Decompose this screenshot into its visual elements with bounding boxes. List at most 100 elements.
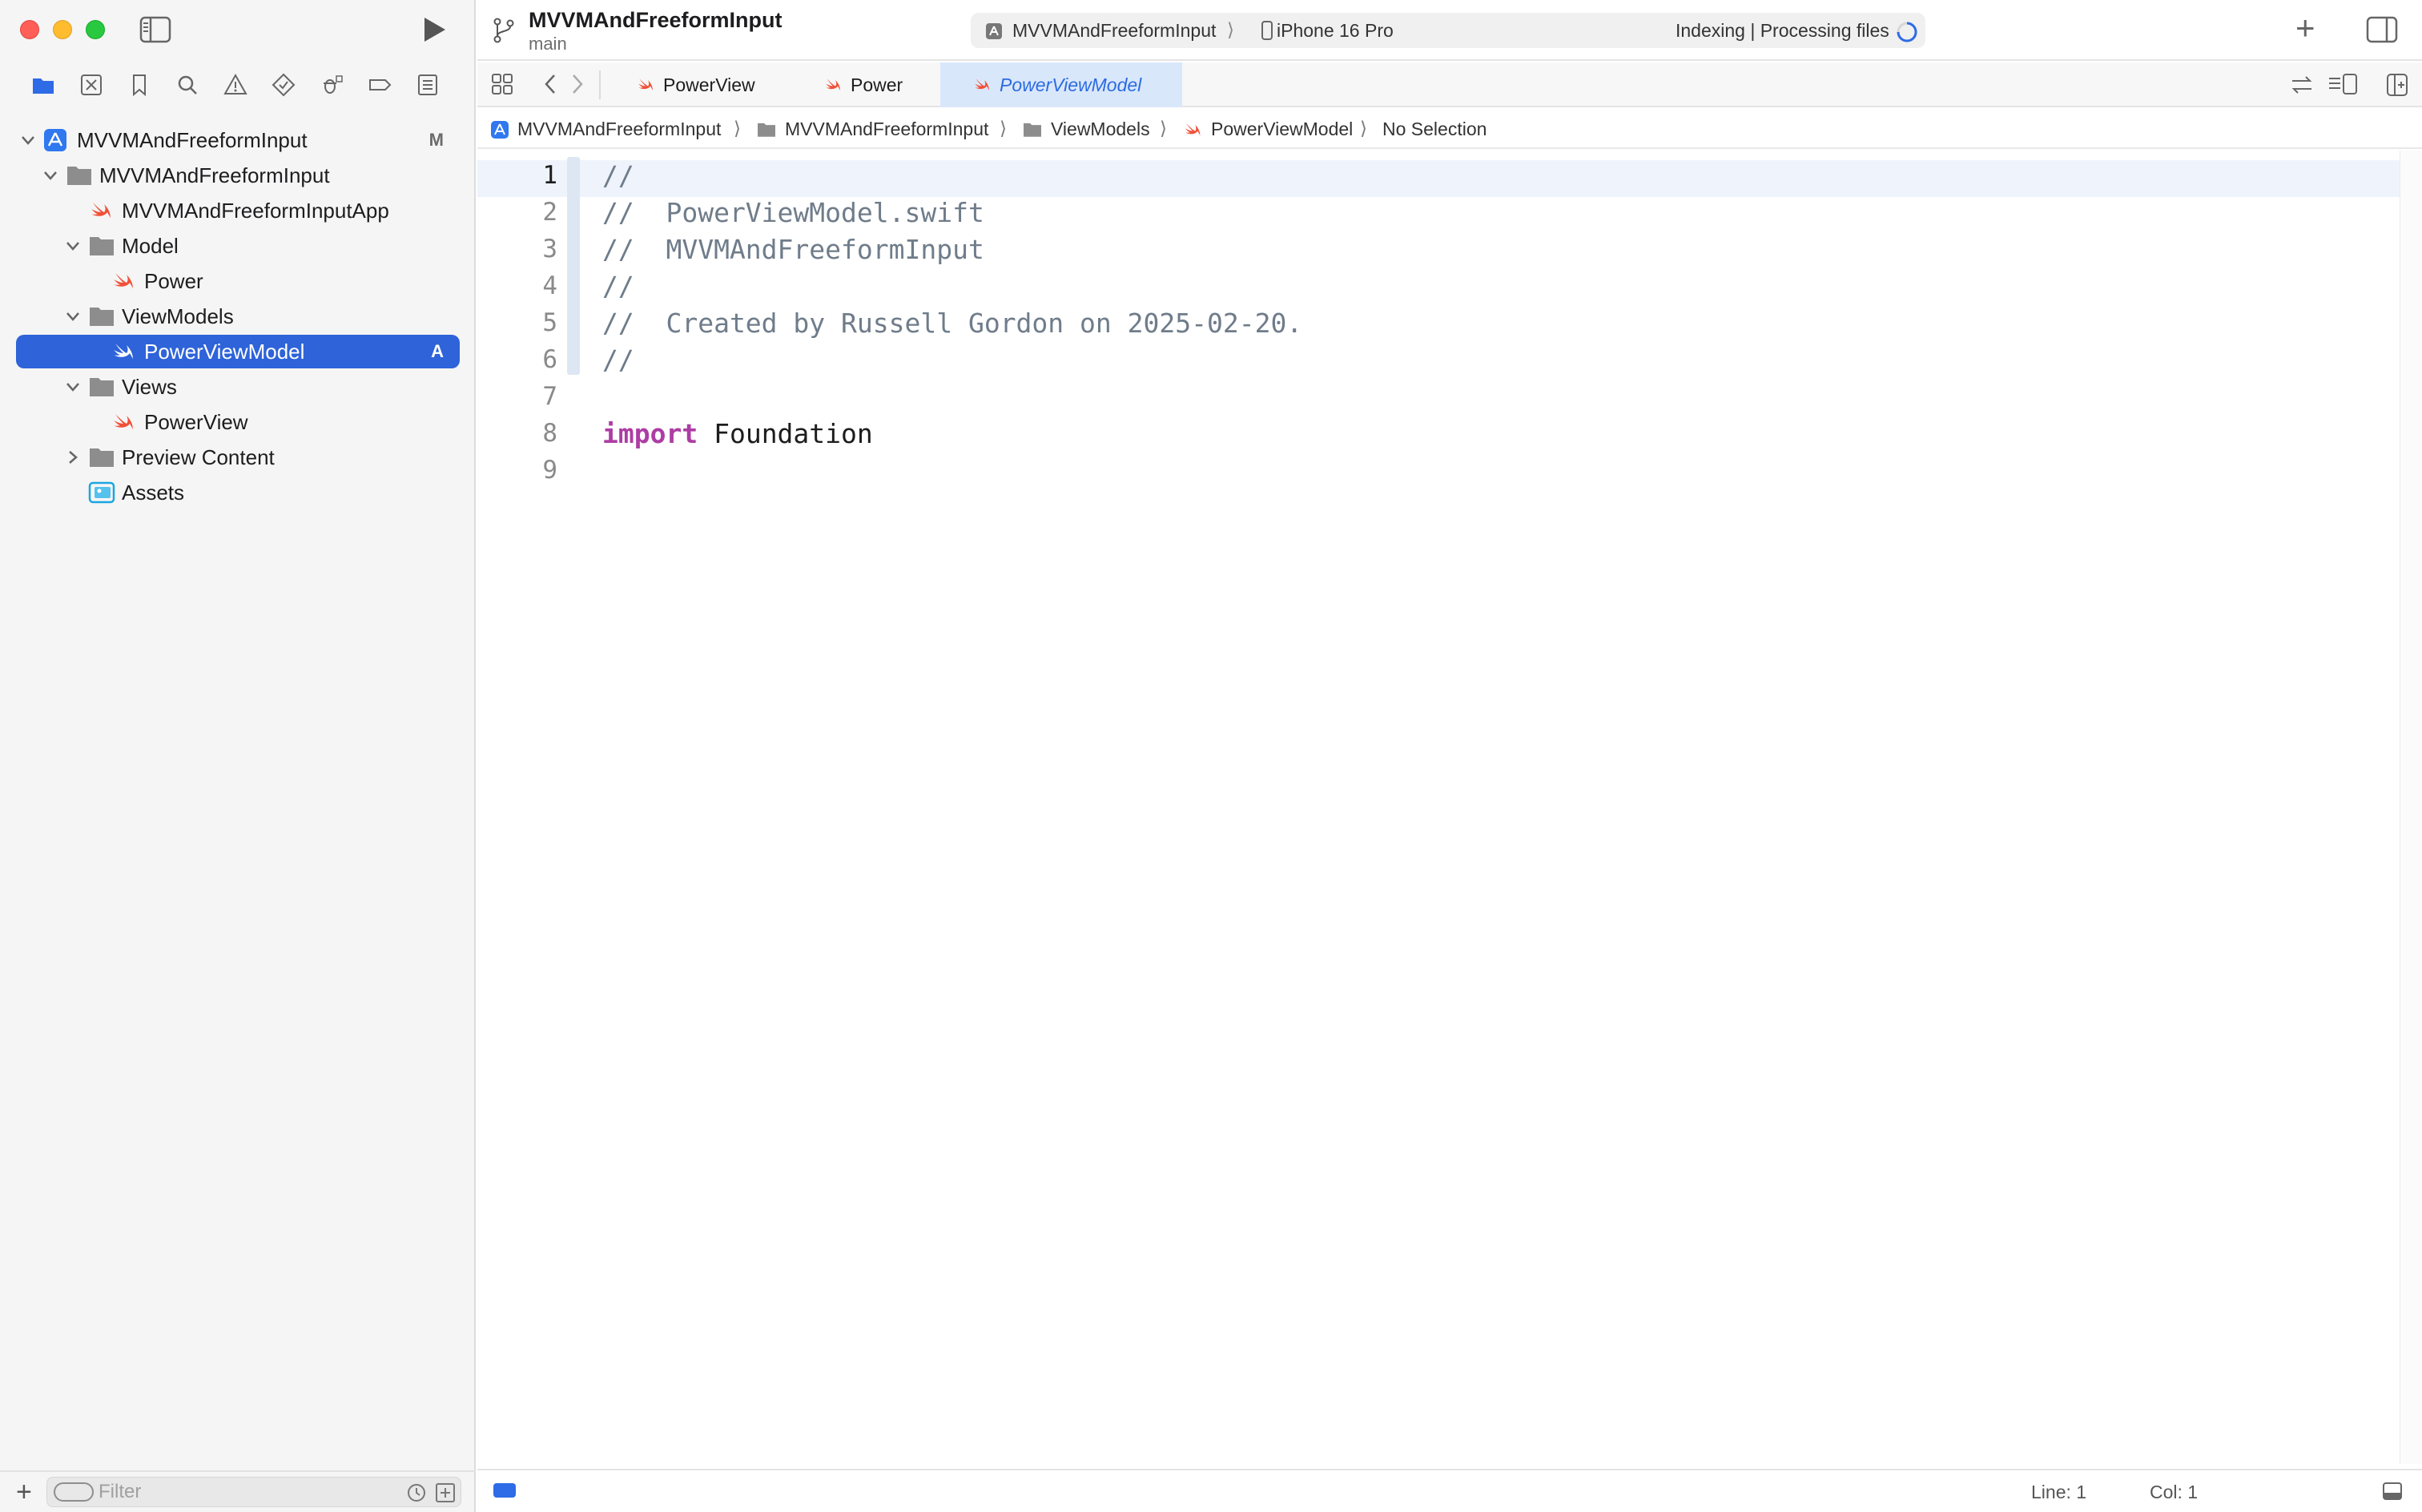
code-line: // <box>602 344 634 376</box>
swap-editors-icon[interactable] <box>2289 74 2315 96</box>
chevron-right-icon[interactable] <box>64 448 82 466</box>
tab-label: PowerViewModel <box>1000 74 1142 95</box>
change-bar <box>567 157 580 375</box>
source-control-icon[interactable] <box>77 70 106 99</box>
branch-name[interactable]: main <box>529 34 567 54</box>
jump-bar: MVVMAndFreeformInput ⟩ MVVMAndFreeformIn… <box>477 109 2422 149</box>
tree-item-label: Preview Content <box>122 444 275 469</box>
code-line: // <box>602 160 634 191</box>
related-items-grid-icon[interactable] <box>490 72 514 96</box>
filter-options-icon[interactable] <box>54 1482 94 1502</box>
folder-icon[interactable] <box>29 70 58 99</box>
code-token: Foundation <box>698 418 873 449</box>
tree-item-assets[interactable]: Assets <box>16 476 460 509</box>
tree-item-group[interactable]: ViewModels <box>16 300 460 333</box>
code-line: // MVVMAndFreeformInput <box>602 234 984 265</box>
debug-area-toggle-icon[interactable] <box>2382 1482 2403 1501</box>
tree-item-file-selected[interactable]: PowerViewModel A <box>16 335 460 368</box>
tree-item-group[interactable]: Views <box>16 370 460 404</box>
issue-icon[interactable] <box>221 70 250 99</box>
chevron-down-icon[interactable] <box>42 167 59 184</box>
breadcrumb-label: No Selection <box>1382 119 1487 139</box>
tree-item-project[interactable]: MVVMAndFreeformInput M <box>16 123 460 157</box>
tree-item-label: PowerViewModel <box>144 339 305 364</box>
tree-item-file[interactable]: Power <box>16 264 460 298</box>
activity-viewer: MVVMAndFreeformInput ⟩ iPhone 16 Pro Ind… <box>971 13 1925 48</box>
keyword-token: import <box>602 418 698 449</box>
report-icon[interactable] <box>413 70 442 99</box>
line-number: 4 <box>542 271 557 300</box>
project-title[interactable]: MVVMAndFreeformInput <box>529 8 783 33</box>
code-line: import Foundation <box>602 418 873 449</box>
breadcrumb-symbol[interactable]: No Selection <box>1382 119 1487 140</box>
branch-icon[interactable] <box>490 16 517 45</box>
tab-powerview[interactable]: PowerView <box>636 62 796 107</box>
swift-file-icon <box>114 414 133 430</box>
filter-input[interactable] <box>99 1479 403 1505</box>
add-file-button[interactable]: + <box>16 1478 32 1506</box>
editor-area: MVVMAndFreeformInput main MVVMAndFreefor… <box>477 0 2422 1512</box>
chevron-down-icon[interactable] <box>19 131 37 149</box>
sidebar-toggle-icon[interactable] <box>139 16 171 43</box>
chevron-down-icon[interactable] <box>64 378 82 396</box>
breakpoint-icon[interactable] <box>365 70 394 99</box>
breadcrumb-group[interactable]: MVVMAndFreeformInput <box>756 119 988 140</box>
cursor-line-indicator: Line: 1 <box>2031 1482 2087 1502</box>
add-editor-icon[interactable] <box>2385 72 2409 98</box>
run-icon[interactable] <box>420 14 449 45</box>
test-icon[interactable] <box>269 70 298 99</box>
inspector-toggle-icon[interactable] <box>2366 16 2398 43</box>
tab-label: Power <box>851 74 903 95</box>
breadcrumb-file[interactable]: PowerViewModel <box>1182 119 1353 140</box>
line-number: 9 <box>542 456 557 485</box>
editor-options-icon[interactable] <box>2327 72 2360 98</box>
library-add-button[interactable]: + <box>2295 11 2315 45</box>
current-line-highlight <box>477 160 2400 197</box>
source-editor[interactable]: 1 2 3 4 5 6 7 8 9 // // PowerViewModel.s… <box>477 151 2400 1464</box>
xcode-window: MVVMAndFreeformInput M MVVMAndFreeformIn… <box>0 0 2422 1512</box>
code-line: // Created by Russell Gordon on 2025-02-… <box>602 308 1303 339</box>
forward-chevron-icon[interactable] <box>569 72 586 96</box>
line-number: 6 <box>542 345 557 374</box>
cursor-column-indicator: Col: 1 <box>2150 1482 2199 1502</box>
source-control-filter-icon[interactable] <box>435 1482 456 1503</box>
tab-powerviewmodel[interactable]: PowerViewModel <box>940 62 1182 107</box>
find-icon[interactable] <box>173 70 202 99</box>
chevron-down-icon[interactable] <box>64 237 82 255</box>
code-line: // <box>602 271 634 302</box>
scheme-selector[interactable]: MVVMAndFreeformInput <box>1012 20 1216 42</box>
tree-item-label: Views <box>122 374 177 399</box>
scm-status-badge: A <box>431 341 444 361</box>
line-number: 8 <box>542 419 557 448</box>
back-chevron-icon[interactable] <box>541 72 559 96</box>
tree-item-file[interactable]: MVVMAndFreeformInputApp <box>16 194 460 227</box>
swift-file-icon <box>975 78 989 91</box>
recent-files-icon[interactable] <box>406 1482 427 1503</box>
line-number: 5 <box>542 308 557 337</box>
tree-item-group[interactable]: MVVMAndFreeformInput <box>16 159 460 192</box>
tab-power[interactable]: Power <box>823 62 943 107</box>
navigator-sidebar: MVVMAndFreeformInput M MVVMAndFreeformIn… <box>0 0 476 1512</box>
code-line: // PowerViewModel.swift <box>602 197 984 228</box>
run-destination-selector[interactable]: iPhone 16 Pro <box>1277 20 1394 42</box>
breadcrumb-project[interactable]: MVVMAndFreeformInput <box>490 119 721 140</box>
swift-file-icon <box>114 273 133 289</box>
tree-item-label: Model <box>122 233 179 258</box>
vertical-scrollbar[interactable] <box>2400 151 2422 1464</box>
breadcrumb-viewmodels[interactable]: ViewModels <box>1022 119 1150 140</box>
debug-icon[interactable] <box>317 70 346 99</box>
tree-item-group[interactable]: Model <box>16 229 460 263</box>
navigator-selector-bar <box>29 70 455 99</box>
breakpoints-toggle[interactable] <box>493 1483 516 1498</box>
bookmark-icon[interactable] <box>125 70 154 99</box>
tree-item-group[interactable]: Preview Content <box>16 440 460 474</box>
folder-icon <box>758 123 775 137</box>
tree-item-label: MVVMAndFreeformInput <box>77 127 308 152</box>
minimize-window-button[interactable] <box>53 20 72 39</box>
filter-field[interactable] <box>46 1477 461 1507</box>
chevron-down-icon[interactable] <box>64 308 82 325</box>
scheme-separator: ⟩ <box>1227 19 1234 40</box>
close-window-button[interactable] <box>20 20 39 39</box>
zoom-window-button[interactable] <box>86 20 105 39</box>
tree-item-file[interactable]: PowerView <box>16 405 460 439</box>
